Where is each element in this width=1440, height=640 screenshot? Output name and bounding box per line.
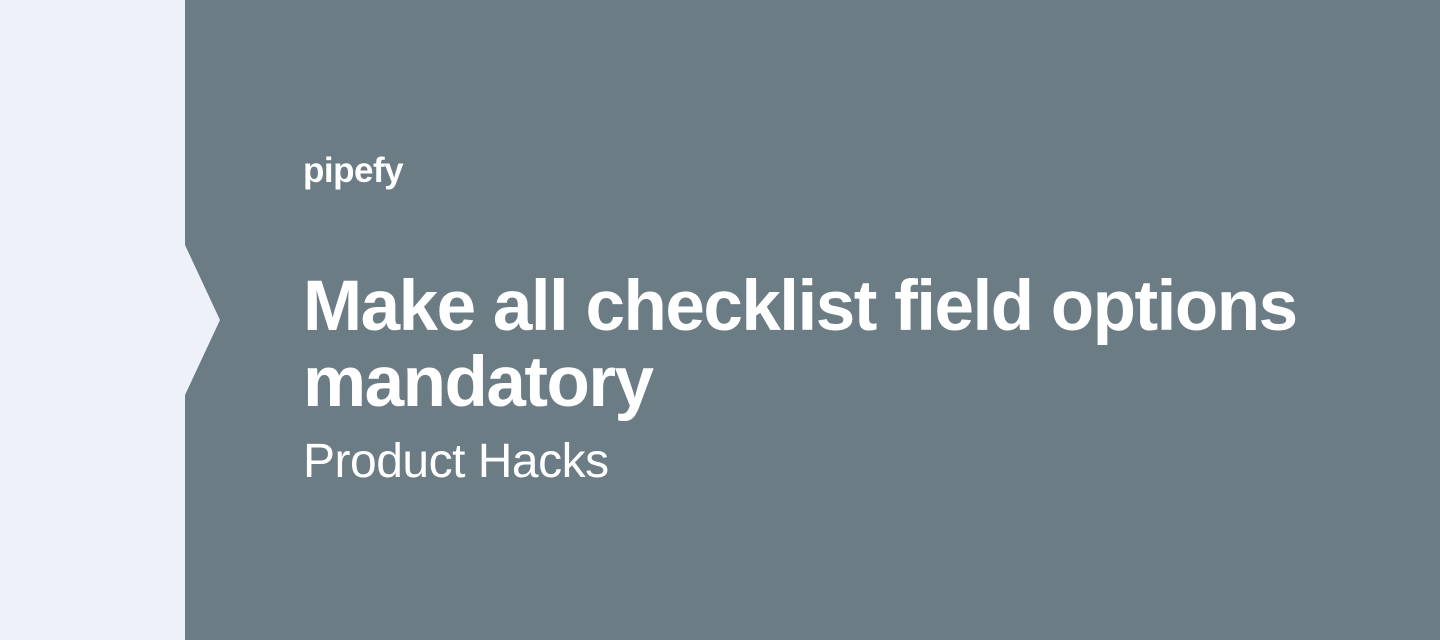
page-subtitle: Product Hacks	[303, 434, 1380, 489]
page-title: Make all checklist field options mandato…	[303, 269, 1380, 421]
brand-logo: pipefy	[303, 151, 1380, 191]
arrow-pointer-icon	[185, 245, 220, 395]
sidebar-panel	[0, 0, 185, 640]
main-panel: pipefy Make all checklist field options …	[185, 0, 1440, 640]
